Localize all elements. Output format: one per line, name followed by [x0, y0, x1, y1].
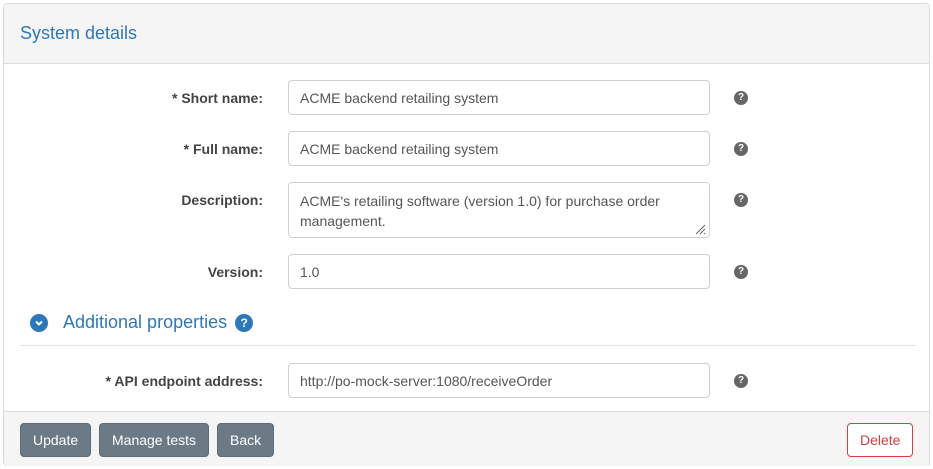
api-endpoint-label: * API endpoint address: — [105, 373, 263, 389]
help-icon[interactable]: ? — [235, 313, 254, 332]
delete-button[interactable]: Delete — [847, 423, 914, 457]
help-icon[interactable]: ? — [734, 91, 748, 105]
short-name-input[interactable] — [288, 80, 710, 115]
description-label: Description: — [181, 192, 263, 208]
additional-properties-toggle[interactable]: Additional properties ? — [30, 312, 254, 333]
version-label: Version: — [207, 264, 263, 280]
help-icon[interactable]: ? — [734, 265, 748, 279]
version-input[interactable] — [288, 254, 710, 289]
manage-tests-button[interactable]: Manage tests — [99, 423, 210, 457]
help-icon[interactable]: ? — [734, 193, 748, 207]
panel-title: System details — [20, 23, 138, 43]
help-icon[interactable]: ? — [734, 142, 748, 156]
panel-header: System details — [4, 4, 929, 64]
full-name-input[interactable] — [288, 131, 710, 166]
chevron-down-icon[interactable] — [30, 313, 48, 332]
update-button[interactable]: Update — [20, 423, 92, 457]
resize-grip-icon[interactable] — [694, 223, 706, 235]
help-icon[interactable]: ? — [734, 374, 748, 388]
description-textarea[interactable]: ACME's retailing software (version 1.0) … — [288, 182, 710, 238]
short-name-label: * Short name: — [171, 90, 263, 106]
full-name-label: * Full name: — [183, 141, 263, 157]
system-details-panel: System details * Short name: ? * Full na… — [3, 3, 930, 466]
additional-properties-title[interactable]: Additional properties — [63, 312, 227, 333]
section-divider — [20, 345, 916, 346]
back-button[interactable]: Back — [217, 423, 275, 457]
api-endpoint-input[interactable] — [288, 363, 710, 398]
panel-footer: Update Manage tests Back Delete — [4, 411, 929, 466]
